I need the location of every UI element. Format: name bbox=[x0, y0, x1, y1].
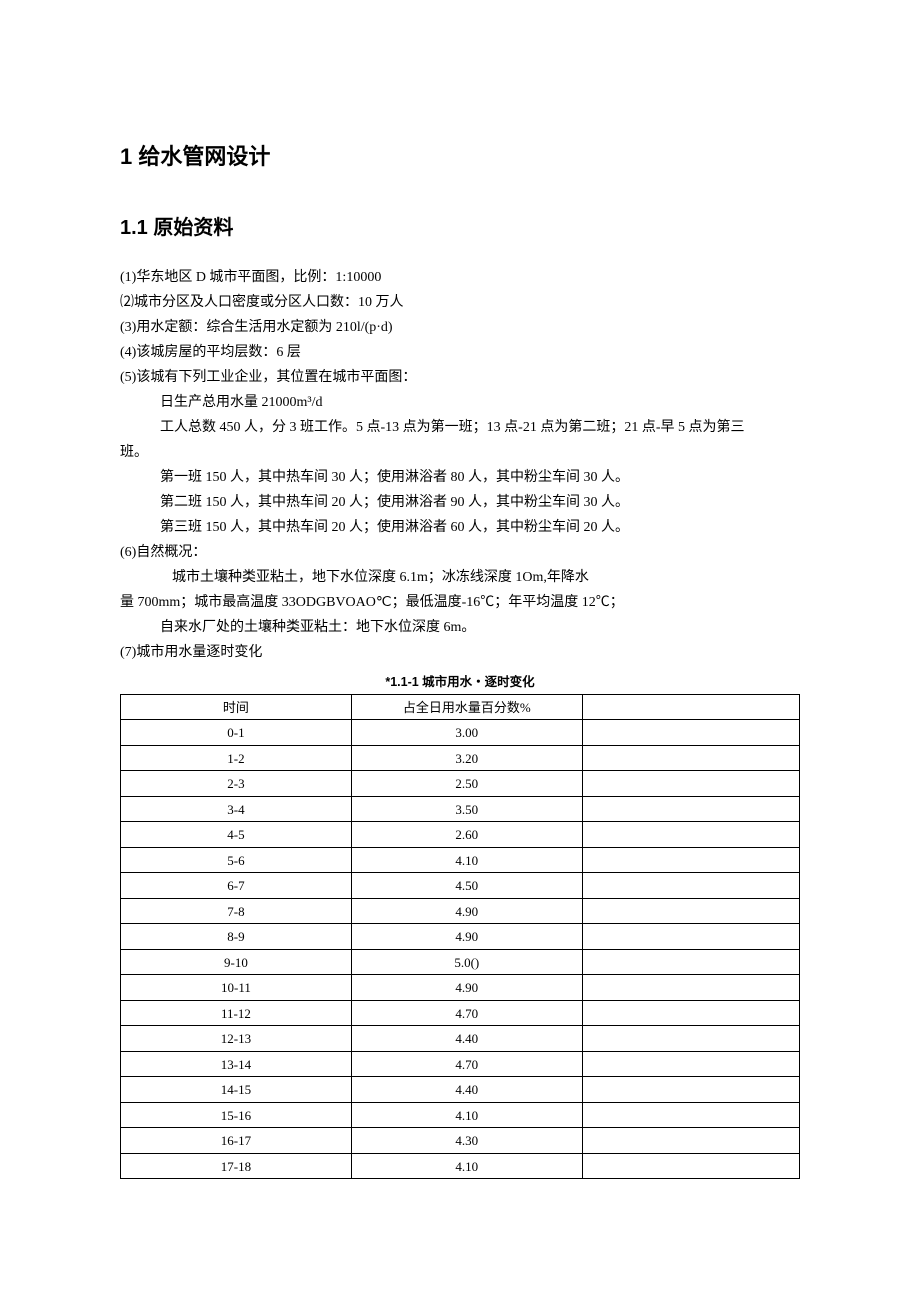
table-cell bbox=[582, 898, 799, 924]
table-header-cell: 占全日用水量百分数% bbox=[351, 694, 582, 720]
table-row: 15-164.10 bbox=[121, 1102, 800, 1128]
table-row: 12-134.40 bbox=[121, 1026, 800, 1052]
table-cell: 4.50 bbox=[351, 873, 582, 899]
body-line: 第二班 150 人，其中热车间 20 人；使用淋浴者 90 人，其中粉尘车间 3… bbox=[120, 492, 800, 513]
body-line: ⑵城市分区及人口密度或分区人口数：10 万人 bbox=[120, 292, 800, 313]
table-row: 13-144.70 bbox=[121, 1051, 800, 1077]
table-caption: *1.1-1 城市用水・逐时变化 bbox=[120, 673, 800, 692]
table-row: 1-23.20 bbox=[121, 745, 800, 771]
body-line: (3)用水定额：综合生活用水定额为 210l/(p·d) bbox=[120, 317, 800, 338]
table-row: 11-124.70 bbox=[121, 1000, 800, 1026]
document-page: 1 给水管网设计 1.1 原始资料 (1)华东地区 D 城市平面图，比例：1:1… bbox=[0, 0, 920, 1301]
table-header-cell bbox=[582, 694, 799, 720]
table-row: 4-52.60 bbox=[121, 822, 800, 848]
table-header-cell: 时间 bbox=[121, 694, 352, 720]
table-cell: 4.30 bbox=[351, 1128, 582, 1154]
body-line: 工人总数 450 人，分 3 班工作。5 点-13 点为第一班；13 点-21 … bbox=[120, 417, 800, 438]
table-row: 0-13.00 bbox=[121, 720, 800, 746]
body-line: (1)华东地区 D 城市平面图，比例：1:10000 bbox=[120, 267, 800, 288]
table-cell: 9-10 bbox=[121, 949, 352, 975]
table-cell: 0-1 bbox=[121, 720, 352, 746]
table-row: 3-43.50 bbox=[121, 796, 800, 822]
table-header-row: 时间 占全日用水量百分数% bbox=[121, 694, 800, 720]
body-line: (4)该城房屋的平均层数：6 层 bbox=[120, 342, 800, 363]
table-cell bbox=[582, 975, 799, 1001]
table-row: 10-114.90 bbox=[121, 975, 800, 1001]
table-cell: 2.60 bbox=[351, 822, 582, 848]
table-cell bbox=[582, 796, 799, 822]
table-row: 6-74.50 bbox=[121, 873, 800, 899]
table-cell bbox=[582, 949, 799, 975]
table-cell: 5-6 bbox=[121, 847, 352, 873]
table-cell: 2.50 bbox=[351, 771, 582, 797]
table-cell bbox=[582, 1026, 799, 1052]
table-cell: 4.10 bbox=[351, 1153, 582, 1179]
table-cell bbox=[582, 771, 799, 797]
table-cell: 4.70 bbox=[351, 1000, 582, 1026]
heading-1: 1 给水管网设计 bbox=[120, 140, 800, 173]
table-cell: 8-9 bbox=[121, 924, 352, 950]
table-cell: 10-11 bbox=[121, 975, 352, 1001]
table-cell: 2-3 bbox=[121, 771, 352, 797]
table-cell bbox=[582, 873, 799, 899]
table-cell: 3-4 bbox=[121, 796, 352, 822]
table-row: 7-84.90 bbox=[121, 898, 800, 924]
table-cell bbox=[582, 1000, 799, 1026]
table-cell: 4.40 bbox=[351, 1077, 582, 1103]
table-row: 17-184.10 bbox=[121, 1153, 800, 1179]
table-cell bbox=[582, 847, 799, 873]
table-row: 5-64.10 bbox=[121, 847, 800, 873]
table-cell: 4.10 bbox=[351, 847, 582, 873]
table-cell: 15-16 bbox=[121, 1102, 352, 1128]
table-row: 16-174.30 bbox=[121, 1128, 800, 1154]
table-row: 2-32.50 bbox=[121, 771, 800, 797]
table-cell bbox=[582, 924, 799, 950]
table-cell: 14-15 bbox=[121, 1077, 352, 1103]
table-cell bbox=[582, 1153, 799, 1179]
body-line: 第三班 150 人，其中热车间 20 人；使用淋浴者 60 人，其中粉尘车间 2… bbox=[120, 517, 800, 538]
table-cell: 3.20 bbox=[351, 745, 582, 771]
table-cell bbox=[582, 1051, 799, 1077]
table-cell: 4.10 bbox=[351, 1102, 582, 1128]
table-cell: 4.90 bbox=[351, 898, 582, 924]
table-cell bbox=[582, 720, 799, 746]
table-cell bbox=[582, 1128, 799, 1154]
table-cell: 1-2 bbox=[121, 745, 352, 771]
table-cell: 6-7 bbox=[121, 873, 352, 899]
body-line: 日生产总用水量 21000m³/d bbox=[120, 392, 800, 413]
table-row: 8-94.90 bbox=[121, 924, 800, 950]
table-cell: 11-12 bbox=[121, 1000, 352, 1026]
table-cell: 7-8 bbox=[121, 898, 352, 924]
hourly-water-table: 时间 占全日用水量百分数% 0-13.001-23.202-32.503-43.… bbox=[120, 694, 800, 1180]
body-line: 城市土壤种类亚粘土，地下水位深度 6.1m；冰冻线深度 1Om,年降水 bbox=[120, 567, 800, 588]
table-row: 9-105.0() bbox=[121, 949, 800, 975]
table-cell: 16-17 bbox=[121, 1128, 352, 1154]
table-cell: 4.40 bbox=[351, 1026, 582, 1052]
body-line: (5)该城有下列工业企业，其位置在城市平面图： bbox=[120, 367, 800, 388]
table-cell: 4-5 bbox=[121, 822, 352, 848]
body-line: (6)自然概况： bbox=[120, 542, 800, 563]
table-cell: 3.00 bbox=[351, 720, 582, 746]
table-cell bbox=[582, 1077, 799, 1103]
body-line: (7)城市用水量逐时变化 bbox=[120, 642, 800, 663]
table-cell: 12-13 bbox=[121, 1026, 352, 1052]
table-cell: 5.0() bbox=[351, 949, 582, 975]
table-cell: 4.70 bbox=[351, 1051, 582, 1077]
table-cell bbox=[582, 745, 799, 771]
table-row: 14-154.40 bbox=[121, 1077, 800, 1103]
table-cell bbox=[582, 822, 799, 848]
table-cell: 3.50 bbox=[351, 796, 582, 822]
table-cell: 13-14 bbox=[121, 1051, 352, 1077]
table-cell: 17-18 bbox=[121, 1153, 352, 1179]
heading-2: 1.1 原始资料 bbox=[120, 213, 800, 243]
body-line: 第一班 150 人，其中热车间 30 人；使用淋浴者 80 人，其中粉尘车间 3… bbox=[120, 467, 800, 488]
body-line: 量 700mm；城市最高温度 33ODGBVOAO℃；最低温度-16℃；年平均温… bbox=[120, 592, 800, 613]
table-cell: 4.90 bbox=[351, 975, 582, 1001]
table-cell: 4.90 bbox=[351, 924, 582, 950]
table-cell bbox=[582, 1102, 799, 1128]
body-line: 班。 bbox=[120, 442, 800, 463]
body-line: 自来水厂处的土壤种类亚粘土：地下水位深度 6m。 bbox=[120, 617, 800, 638]
